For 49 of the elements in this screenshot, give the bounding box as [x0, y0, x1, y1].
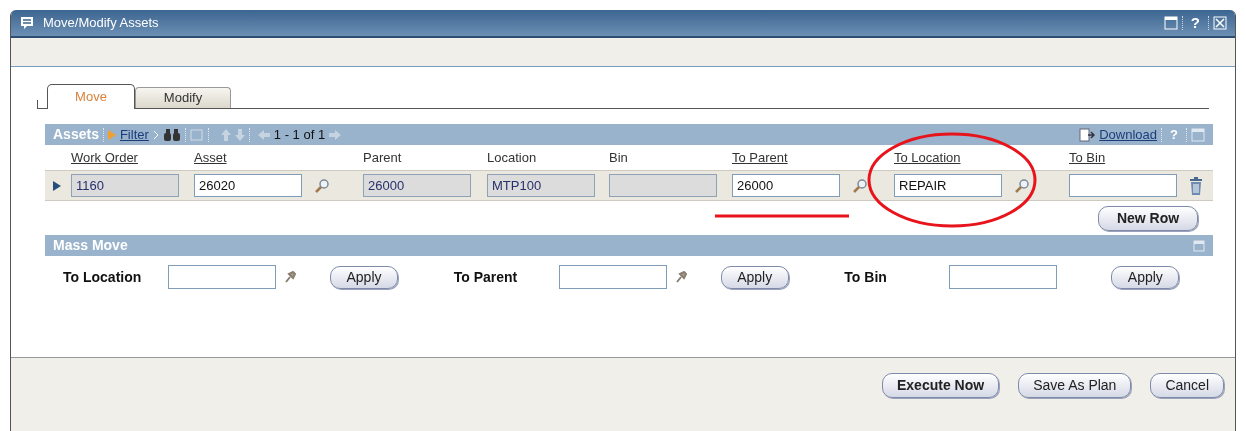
pager-text: 1 - 1 of 1: [273, 125, 326, 144]
trash-icon[interactable]: [1189, 176, 1203, 195]
column-header: Location: [487, 149, 537, 165]
input-field[interactable]: [168, 265, 276, 289]
input-field[interactable]: [558, 265, 667, 289]
readonly-field: 26000: [363, 174, 471, 197]
action-button[interactable]: New Row: [1098, 206, 1198, 231]
panel-title: Assets: [53, 125, 99, 144]
column-header[interactable]: To Location: [894, 149, 961, 165]
field-label: To Location: [63, 267, 143, 287]
input-field[interactable]: REPAIR: [894, 174, 1002, 197]
column-header[interactable]: Asset: [194, 149, 227, 165]
input-field[interactable]: [949, 265, 1058, 289]
action-button[interactable]: Apply: [1111, 265, 1180, 289]
column-header[interactable]: Work Order: [71, 149, 138, 165]
download-link[interactable]: Download: [1099, 124, 1158, 145]
action-button[interactable]: Apply: [330, 265, 398, 289]
search-icon[interactable]: [314, 177, 330, 194]
download-icon[interactable]: [1079, 127, 1096, 142]
pin-icon[interactable]: [674, 271, 687, 283]
input-field[interactable]: 26000: [732, 174, 840, 197]
help-link[interactable]: ?: [1190, 11, 1200, 35]
row-marker-icon[interactable]: [53, 180, 61, 191]
tab[interactable]: Modify: [135, 87, 231, 108]
pin-icon[interactable]: [284, 271, 296, 283]
input-field[interactable]: 26020: [194, 174, 302, 197]
action-button[interactable]: Execute Now: [882, 373, 1000, 398]
input-field[interactable]: [1069, 174, 1177, 197]
play-icon: [107, 129, 116, 140]
close-icon[interactable]: [1213, 16, 1227, 30]
action-button[interactable]: Apply: [720, 265, 789, 289]
field-label: To Bin: [844, 267, 888, 287]
search-icon[interactable]: [1014, 177, 1030, 194]
column-header[interactable]: To Parent: [732, 149, 788, 165]
filter-link[interactable]: Filter: [119, 124, 149, 145]
column-header[interactable]: To Bin: [1069, 149, 1106, 165]
search-icon[interactable]: [852, 177, 868, 194]
action-button[interactable]: Save As Plan: [1018, 373, 1132, 398]
readonly-field: MTP100: [487, 174, 595, 197]
readonly-field: 1160: [71, 174, 179, 197]
column-header: Bin: [609, 149, 628, 165]
chevron-icon: [152, 129, 159, 140]
column-header: Parent: [363, 149, 402, 165]
speech-bubble-icon: [19, 15, 35, 31]
binoculars-icon[interactable]: [162, 128, 181, 141]
panel-title: Mass Move: [53, 236, 128, 255]
window-title: Move/Modify Assets: [43, 14, 159, 33]
action-button[interactable]: Cancel: [1150, 373, 1224, 398]
field-label: To Parent: [453, 267, 519, 287]
